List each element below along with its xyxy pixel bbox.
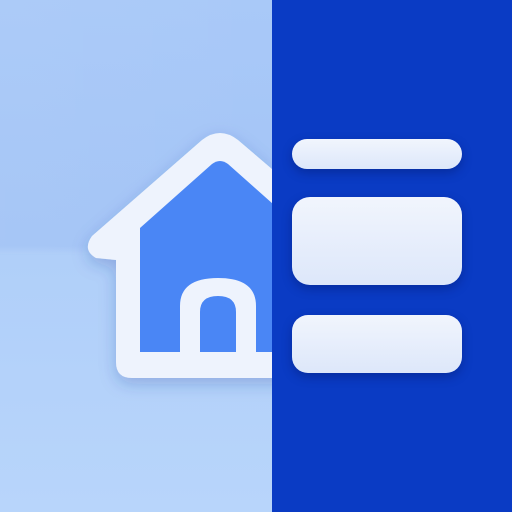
list-bar-bottom [292, 315, 462, 373]
app-icon[interactable] [0, 0, 512, 512]
list-bar-top [292, 139, 462, 169]
list-bar-middle [292, 197, 462, 285]
door-inner [206, 302, 230, 352]
